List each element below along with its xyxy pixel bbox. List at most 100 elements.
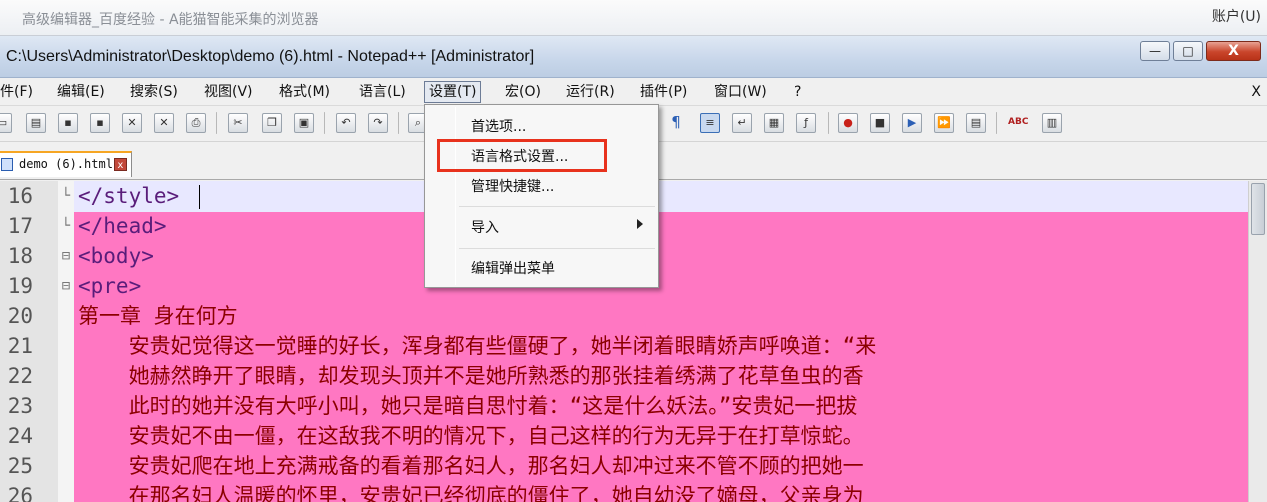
menu-window[interactable]: 窗口(W)	[710, 81, 771, 103]
line-number: 18	[7, 244, 33, 268]
menu-separator	[459, 206, 655, 207]
submenu-arrow-icon	[637, 219, 643, 229]
undo-icon[interactable]: ↶	[336, 113, 356, 133]
new-file-icon[interactable]: ▭	[0, 113, 12, 133]
code-text[interactable]: </style>	[78, 181, 179, 211]
code-text[interactable]: 她赫然睁开了眼睛，却发现头顶并不是她所熟悉的那张挂着绣满了花草鱼虫的香	[78, 361, 864, 391]
code-line: 23 此时的她并没有大呼小叫，她只是暗自思忖着：“这是什么妖法。”安贵妃一把拔	[0, 391, 1248, 421]
wrap-icon[interactable]: ↵	[732, 113, 752, 133]
code-text[interactable]: 安贵妃觉得这一觉睡的好长，浑身都有些僵硬了，她半闭着眼睛娇声呼唤道：“来	[78, 331, 877, 361]
menu-bar: 件(F) 编辑(E) 搜索(S) 视图(V) 格式(M) 语言(L) 设置(T)…	[0, 78, 1267, 106]
toolbar-separator	[828, 112, 829, 134]
menu-macro[interactable]: 宏(O)	[501, 81, 545, 103]
redo-icon[interactable]: ↷	[368, 113, 388, 133]
run-icon[interactable]: ▥	[1042, 113, 1062, 133]
close-all-icon[interactable]: ✕	[154, 113, 174, 133]
code-line: 20 第一章 身在何方	[0, 301, 1248, 331]
save-all-icon[interactable]: ▪	[90, 113, 110, 133]
fold-marker[interactable]: └	[60, 211, 72, 241]
toolbar-separator	[324, 112, 325, 134]
line-number: 23	[7, 394, 33, 418]
menu-settings[interactable]: 设置(T)	[424, 81, 482, 103]
line-number: 26	[7, 484, 33, 502]
folder-icon[interactable]: ▦	[764, 113, 784, 133]
fold-marker[interactable]: ⊟	[60, 241, 72, 271]
menu-item-edit-popup-menu[interactable]: 编辑弹出菜单	[471, 257, 555, 281]
code-text[interactable]: <pre>	[78, 271, 141, 301]
play-multiple-icon[interactable]: ⏩	[934, 113, 954, 133]
browser-title: 高级编辑器_百度经验 - A能猫智能采集的浏览器	[22, 12, 319, 28]
pilcrow-icon[interactable]: ¶	[666, 113, 686, 133]
fold-marker[interactable]: └	[60, 181, 72, 211]
line-number: 24	[7, 424, 33, 448]
line-number: 25	[7, 454, 33, 478]
window-title-bar: C:\Users\Administrator\Desktop\demo (6).…	[0, 36, 1267, 78]
account-menu[interactable]: 账户(U)	[1212, 6, 1261, 26]
code-text[interactable]: 安贵妃爬在地上充满戒备的看着那名妇人，那名妇人却冲过来不管不顾的把她一	[78, 451, 864, 481]
menu-separator	[459, 248, 655, 249]
menu-item-import[interactable]: 导入	[471, 216, 499, 240]
code-text[interactable]: <body>	[78, 241, 154, 271]
paste-icon[interactable]: ▣	[294, 113, 314, 133]
copy-icon[interactable]: ❐	[262, 113, 282, 133]
tab-label: demo (6).html	[19, 157, 113, 171]
fold-marker[interactable]: ⊟	[60, 271, 72, 301]
menu-language[interactable]: 语言(L)	[355, 81, 410, 103]
print-icon[interactable]: ⎙	[186, 113, 206, 133]
menu-plugins[interactable]: 插件(P)	[636, 81, 691, 103]
menu-edit[interactable]: 编辑(E)	[53, 81, 109, 103]
scrollbar-thumb[interactable]	[1251, 183, 1265, 235]
toolbar-separator	[996, 112, 997, 134]
function-list-icon[interactable]: ƒ	[796, 113, 816, 133]
close-icon: X	[1228, 43, 1239, 59]
code-line: 25 安贵妃爬在地上充满戒备的看着那名妇人，那名妇人却冲过来不管不顾的把她一	[0, 451, 1248, 481]
spellcheck-icon[interactable]: ABC	[1008, 113, 1028, 133]
menu-run[interactable]: 运行(R)	[562, 81, 619, 103]
line-number: 17	[7, 214, 33, 238]
line-number: 20	[7, 304, 33, 328]
code-text[interactable]: 安贵妃不由一僵，在这敌我不明的情况下，自己这样的行为无异于在打草惊蛇。	[78, 421, 864, 451]
line-number: 19	[7, 274, 33, 298]
save-macro-icon[interactable]: ▤	[966, 113, 986, 133]
menu-search[interactable]: 搜索(S)	[126, 81, 182, 103]
cut-icon[interactable]: ✂	[228, 113, 248, 133]
annotation-highlight-box	[437, 139, 607, 172]
close-window-button[interactable]: X	[1206, 41, 1261, 61]
maximize-icon: □	[1182, 44, 1194, 58]
menu-file[interactable]: 件(F)	[0, 81, 37, 103]
line-number: 21	[7, 334, 33, 358]
code-text[interactable]: 第一章 身在何方	[78, 301, 238, 331]
menu-format[interactable]: 格式(M)	[275, 81, 334, 103]
vertical-scrollbar[interactable]	[1248, 181, 1267, 502]
browser-title-bar: 高级编辑器_百度经验 - A能猫智能采集的浏览器 账户(U)	[0, 0, 1267, 36]
tab-demo-html[interactable]: demo (6).html x	[0, 151, 132, 177]
code-text[interactable]: 此时的她并没有大呼小叫，她只是暗自思忖着：“这是什么妖法。”安贵妃一把拔	[78, 391, 858, 421]
open-file-icon[interactable]: ▤	[26, 113, 46, 133]
play-macro-icon[interactable]: ▶	[902, 113, 922, 133]
minimize-button[interactable]: —	[1140, 41, 1170, 61]
code-text[interactable]: </head>	[78, 211, 167, 241]
toolbar-separator	[216, 112, 217, 134]
text-caret	[199, 185, 200, 209]
menu-item-preferences[interactable]: 首选项...	[471, 115, 526, 139]
menu-view[interactable]: 视图(V)	[200, 81, 257, 103]
code-line: 21 安贵妃觉得这一觉睡的好长，浑身都有些僵硬了，她半闭着眼睛娇声呼唤道：“来	[0, 331, 1248, 361]
file-icon	[1, 158, 13, 171]
code-text[interactable]: 在那名妇人温暖的怀里，安贵妃已经彻底的僵住了，她自幼没了嫡母，父亲身为	[78, 481, 864, 502]
code-line: 22 她赫然睁开了眼睛，却发现头顶并不是她所熟悉的那张挂着绣满了花草鱼虫的香	[0, 361, 1248, 391]
line-number: 16	[7, 184, 33, 208]
close-file-icon[interactable]: ✕	[122, 113, 142, 133]
code-line: 24 安贵妃不由一僵，在这敌我不明的情况下，自己这样的行为无异于在打草惊蛇。	[0, 421, 1248, 451]
stop-macro-icon[interactable]: ■	[870, 113, 890, 133]
settings-dropdown-menu: 首选项... 语言格式设置... 管理快捷键... 导入 编辑弹出菜单	[424, 104, 659, 288]
menu-help[interactable]: ?	[790, 81, 805, 103]
minimize-icon: —	[1149, 44, 1161, 58]
menu-item-shortcut-mapper[interactable]: 管理快捷键...	[471, 175, 554, 199]
maximize-button[interactable]: □	[1173, 41, 1203, 61]
record-macro-icon[interactable]: ●	[838, 113, 858, 133]
close-document-icon[interactable]: X	[1251, 84, 1261, 100]
line-number: 22	[7, 364, 33, 388]
indent-guide-icon[interactable]: ≡	[700, 113, 720, 133]
save-icon[interactable]: ▪	[58, 113, 78, 133]
tab-close-icon[interactable]: x	[113, 158, 127, 171]
